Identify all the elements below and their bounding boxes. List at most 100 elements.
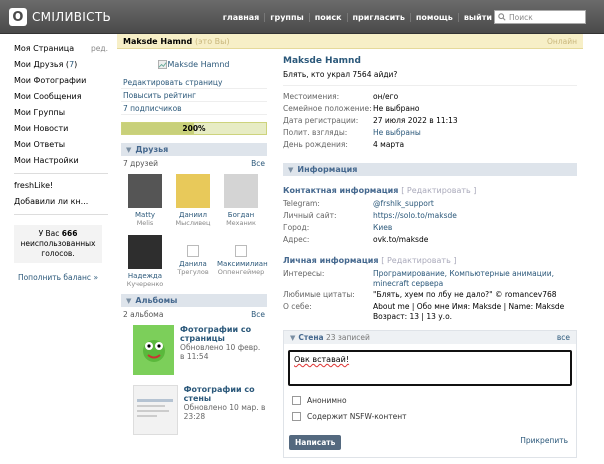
menu-label: Мои Фотографии [14, 76, 87, 85]
screenshot-image-icon [137, 399, 174, 417]
checkbox-icon [292, 395, 301, 405]
info-section-header: ▼ Информация [283, 163, 577, 176]
address-value: ovk.to/maksde [373, 235, 429, 244]
nsfw-checkbox[interactable]: Содержит NSFW-контент [284, 408, 576, 424]
frog-image-icon [142, 340, 165, 362]
friend-name: Надежда [127, 272, 163, 280]
menu-edit-link[interactable]: ред. [91, 41, 108, 57]
album-cover [133, 385, 178, 435]
telegram-link[interactable]: @frshlk_support [373, 198, 577, 210]
app-name: СМІЛИВІСТЬ [32, 10, 111, 24]
info-value: Не выбрано [373, 104, 420, 113]
menu-app-freshlike[interactable]: freshLike! [14, 178, 108, 194]
info-row: Любимые цитаты: "Блять, хуем по лбу не да… [283, 289, 577, 301]
unused-votes-box: У Вас 666 неиспользованных голосов. [14, 225, 102, 263]
menu-label: Мои Сообщения [14, 92, 82, 101]
friends-count-text: 7 друзей [123, 158, 159, 168]
arrow-down-icon: ▼ [126, 296, 132, 305]
friend-photo [187, 245, 199, 257]
menu-my-settings[interactable]: Мои Настройки [14, 153, 108, 169]
nav-home[interactable]: главная [218, 13, 265, 22]
friend-card[interactable]: Matty Melis [121, 170, 169, 227]
search-placeholder: Поиск [509, 12, 533, 22]
menu-label: Мои Группы [14, 108, 66, 117]
logo[interactable]: О СМІЛИВІСТЬ [9, 8, 111, 26]
friends-subheader: 7 друзей Все [121, 156, 267, 170]
about-value: About me | Обо мне Имя: Maksde | Name: M… [373, 302, 565, 321]
profile-header-name: Maksde Hamnd (это Вы) [123, 37, 230, 46]
info-key: О себе: [283, 302, 312, 311]
menu-my-news[interactable]: Мои Новости [14, 121, 108, 137]
info-row: Telegram: @frshlk_support [283, 198, 577, 210]
me-tag: (это Вы) [195, 36, 230, 46]
search-input[interactable]: Поиск [494, 10, 586, 24]
menu-my-groups[interactable]: Мои Группы [14, 105, 108, 121]
rating-bar[interactable]: 200% [121, 122, 267, 135]
info-value: он/его [373, 92, 399, 101]
anonymous-checkbox[interactable]: Анонимно [284, 392, 576, 408]
contact-edit-link[interactable]: [ Редактировать ] [401, 186, 476, 195]
contact-title: Контактная информация [ Редактировать ] [283, 186, 577, 198]
wall-title-text: Стена [298, 333, 324, 342]
left-menu: Моя Страница ред. Мои Друзья (7) Мои Фото… [14, 41, 108, 282]
avatar[interactable]: Maksde Hamnd [121, 52, 267, 76]
nav-help[interactable]: помощь [409, 13, 458, 22]
friends-grid: Matty Melis Даниил Мысливец Богдан Механик … [121, 170, 268, 292]
wall-all-link[interactable]: все [557, 333, 570, 342]
info-row: Личный сайт: https://solo.to/maksde [283, 210, 577, 222]
albums-all-link[interactable]: Все [251, 310, 265, 319]
friends-all-link[interactable]: Все [251, 159, 265, 168]
info-key: Адрес: [283, 235, 310, 244]
friend-card[interactable]: Богдан Механик [217, 170, 265, 227]
nav-search[interactable]: поиск [308, 13, 347, 22]
contact-title-text: Контактная информация [283, 186, 399, 195]
topup-balance-link[interactable]: Пополнить баланс » [14, 273, 102, 282]
wall-title: ▼ Стена 23 записей [290, 333, 370, 342]
friend-card[interactable]: Надежда Кучеренко [121, 231, 169, 288]
edit-page-link[interactable]: Редактировать страницу [121, 76, 267, 89]
profile-status[interactable]: Блять, кто украл 7564 айди? [283, 70, 577, 86]
wall-count: 23 записей [325, 333, 370, 342]
nav-groups[interactable]: группы [264, 13, 308, 22]
broken-image-icon [158, 59, 168, 69]
website-link[interactable]: https://solo.to/maksde [373, 210, 577, 222]
section-title: Информация [297, 165, 358, 174]
album-item[interactable]: Фотографии со страницы Обновлено 10 февр.… [121, 325, 267, 381]
album-title[interactable]: Фотографии со страницы [180, 325, 267, 343]
info-value-link[interactable]: Не выбраны [373, 127, 577, 139]
city-link[interactable]: Киев [373, 222, 577, 234]
post-button[interactable]: Написать [289, 435, 342, 450]
friend-card[interactable]: Данила Трегулов [169, 231, 217, 288]
section-title: Альбомы [135, 296, 178, 305]
attach-link[interactable]: Прикрепить [520, 436, 568, 445]
profile-header-bar: Maksde Hamnd (это Вы) Онлайн [117, 34, 583, 49]
friend-card[interactable]: Максимилиан Оппенгеймер [217, 231, 268, 288]
menu-my-friends[interactable]: Мои Друзья (7) [14, 57, 108, 73]
menu-my-photos[interactable]: Мои Фотографии [14, 73, 108, 89]
menu-divider [14, 214, 108, 215]
friend-name: Matty [135, 211, 155, 219]
checkbox-label: Содержит NSFW-контент [307, 411, 407, 421]
menu-divider [14, 173, 108, 174]
info-row: Дата регистрации: 27 июля 2022 в 11:13 [283, 115, 577, 127]
album-title[interactable]: Фотографии со стены [184, 385, 267, 403]
nav-logout[interactable]: выйти [457, 13, 497, 22]
subscribers-link[interactable]: 7 подписчиков [121, 102, 267, 115]
unused-suffix: неиспользованных голосов. [20, 239, 96, 258]
nav-invite[interactable]: пригласить [346, 13, 410, 22]
menu-my-answers[interactable]: Мои Ответы [14, 137, 108, 153]
raise-rating-link[interactable]: Повысить рейтинг [121, 89, 267, 102]
menu-my-messages[interactable]: Мои Сообщения [14, 89, 108, 105]
personal-edit-link[interactable]: [ Редактировать ] [381, 256, 456, 265]
friend-surname: Melis [136, 219, 154, 227]
interests-link[interactable]: Програмирование, Компьютерные анимации, … [373, 268, 577, 289]
info-value: 4 марта [373, 140, 405, 149]
album-item[interactable]: Фотографии со стены Обновлено 10 мар. в 2… [121, 385, 267, 441]
menu-app-added[interactable]: Добавили ли кн... [14, 194, 108, 210]
info-row: Местоимения: он/его [283, 91, 577, 103]
wall-post-textarea[interactable]: Овк вставай! [288, 350, 572, 386]
album-cover [133, 325, 175, 375]
menu-my-page[interactable]: Моя Страница ред. [14, 41, 108, 57]
friend-card[interactable]: Даниил Мысливец [169, 170, 217, 227]
info-key: Город: [283, 223, 310, 232]
